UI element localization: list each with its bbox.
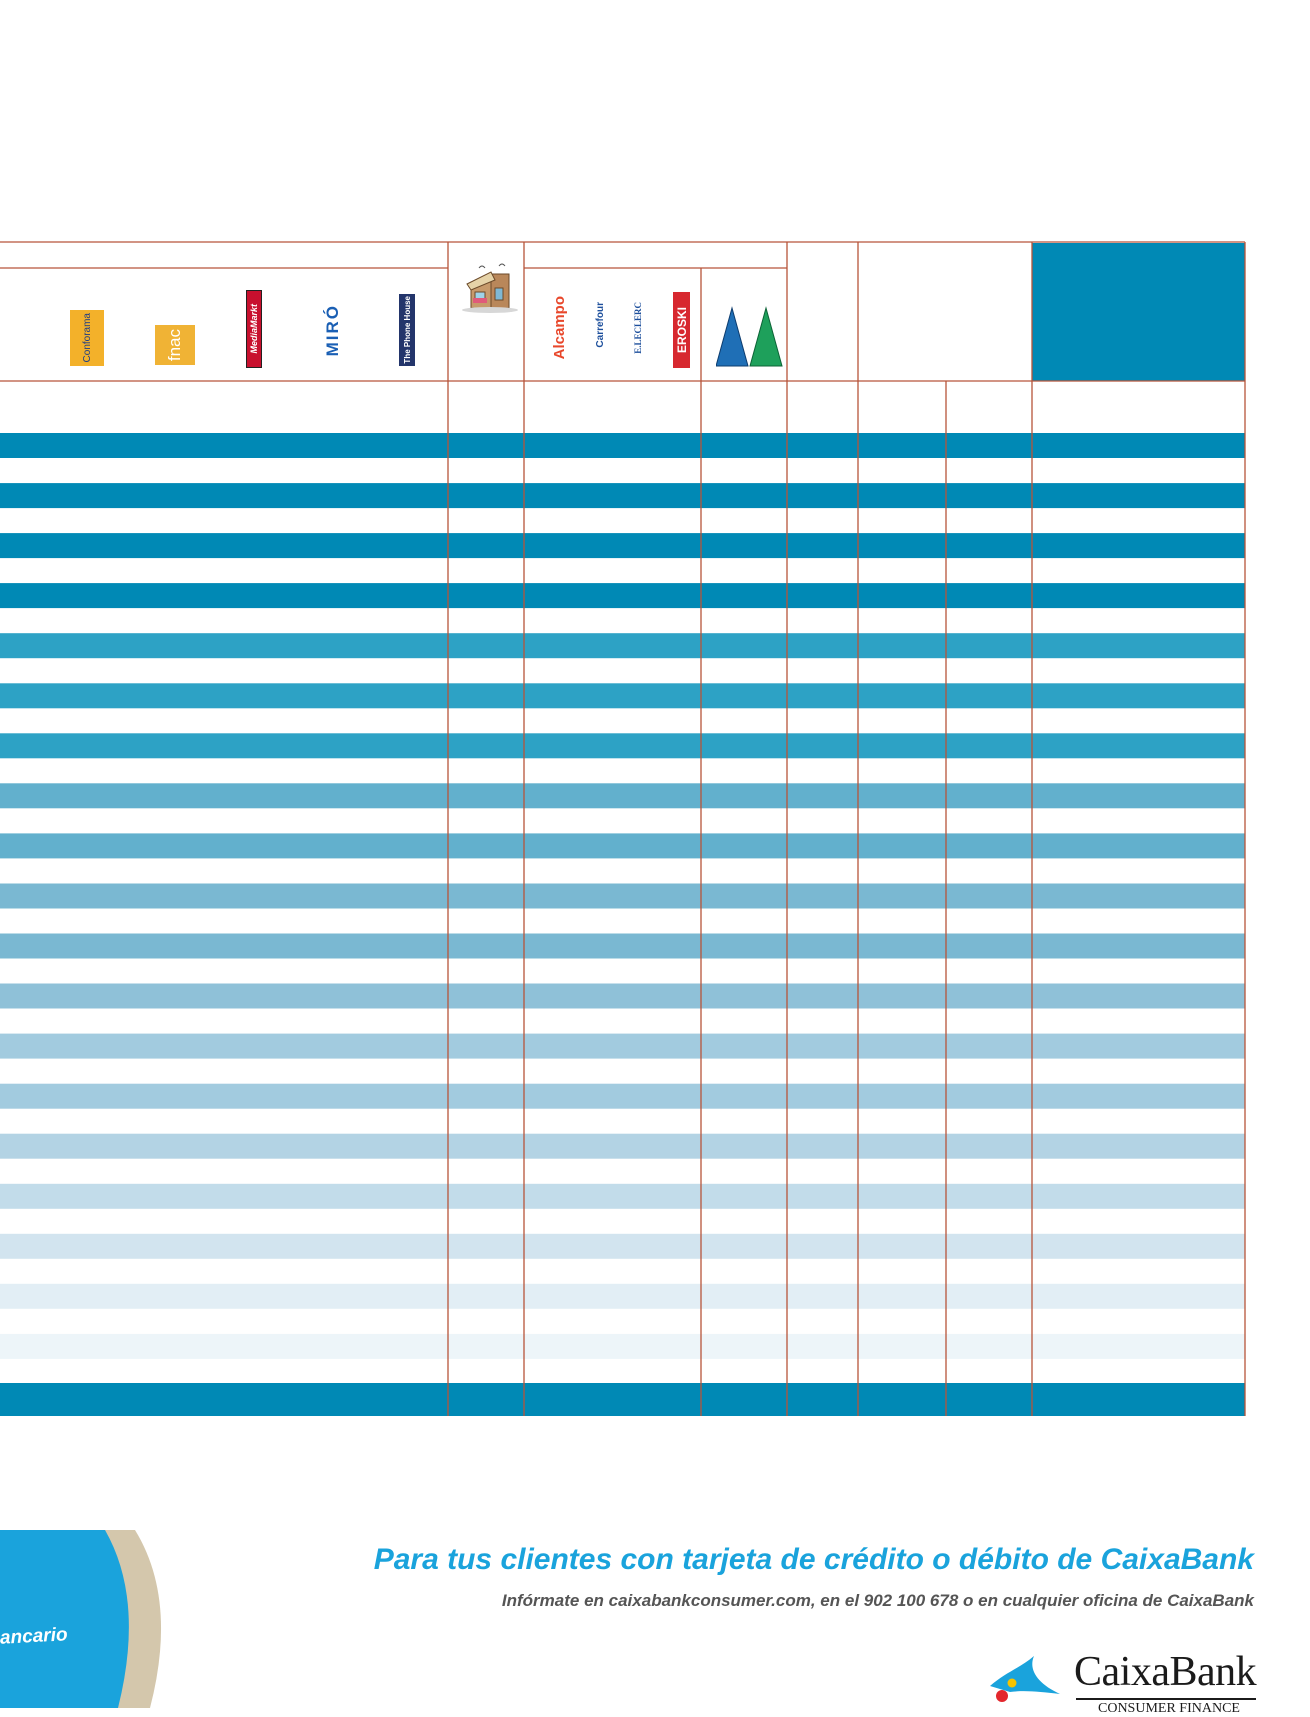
- table-row: [0, 883, 1245, 909]
- conforama-logo: Conforama: [70, 310, 104, 366]
- table-row: [0, 1083, 1245, 1109]
- table-body-rows: [0, 433, 1245, 1359]
- table-total-row: [0, 1383, 1245, 1416]
- footer-headline: Para tus clientes con tarjeta de crédito…: [373, 1543, 1254, 1576]
- table-row: [0, 1283, 1245, 1309]
- phone-house-logo: The Phone House: [399, 294, 415, 366]
- phone-house-logo-text: The Phone House: [402, 296, 412, 364]
- table-row: [0, 1233, 1245, 1259]
- table-row: [0, 1333, 1245, 1359]
- caixabank-logo-text: CaixaBank: [1074, 1649, 1257, 1695]
- carrefour-logo: Carrefour: [590, 282, 610, 368]
- conforama-logo-text: Conforama: [81, 313, 93, 363]
- consumer-finance-label: CONSUMER FINANCE: [1098, 1701, 1240, 1716]
- miro-logo: MIRÓ: [322, 292, 344, 368]
- table-row: [0, 783, 1245, 809]
- table-row: [0, 983, 1245, 1009]
- table-row: [0, 633, 1245, 659]
- leclerc-logo-text: E.LECLERC: [633, 302, 643, 354]
- promo-corner-badge: [0, 1530, 162, 1708]
- table-row: [0, 483, 1245, 509]
- table-row: [0, 1033, 1245, 1059]
- table-row: [0, 833, 1245, 859]
- table-row: [0, 933, 1245, 959]
- table-row: [0, 533, 1245, 559]
- mediamarkt-logo: MediaMarkt: [246, 290, 262, 368]
- promo-corner-label: ancario: [0, 1624, 69, 1649]
- comparison-table: [0, 241, 1246, 1416]
- fnac-logo-text: fnac: [165, 328, 184, 362]
- eroski-logo: EROSKI: [673, 292, 690, 368]
- carrefour-logo-text: Carrefour: [594, 302, 606, 348]
- leclerc-logo: E.LECLERC: [630, 288, 646, 368]
- hipercor-corte-ingles-logos: [716, 306, 783, 367]
- el-corte-ingles-logo: [749, 306, 783, 367]
- miro-logo-text: MIRÓ: [323, 303, 342, 357]
- alcampo-logo: Alcampo: [548, 290, 570, 366]
- mediamarkt-logo-text: MediaMarkt: [249, 304, 259, 354]
- table-row: [0, 1133, 1245, 1159]
- table-row: [0, 583, 1245, 609]
- header-blue-panel: [1032, 243, 1245, 381]
- caixa-star-icon: [990, 1656, 1060, 1702]
- footer-contact-line: Infórmate en caixabankconsumer.com, en e…: [501, 1591, 1254, 1610]
- table-row: [0, 683, 1245, 709]
- table-row: [0, 433, 1245, 458]
- fnac-logo: fnac: [155, 325, 195, 365]
- table-row: [0, 1183, 1245, 1209]
- store-illustration-icon: [462, 263, 518, 313]
- table-row: [0, 733, 1245, 759]
- price-comparison-page: Conforama fnac MediaMarkt MIRÓ The Phone…: [0, 0, 1310, 1716]
- brand-divider: [1076, 1698, 1256, 1700]
- alcampo-logo-text: Alcampo: [550, 296, 568, 360]
- hipercor-logo: [716, 306, 749, 367]
- eroski-logo-text: EROSKI: [674, 306, 689, 353]
